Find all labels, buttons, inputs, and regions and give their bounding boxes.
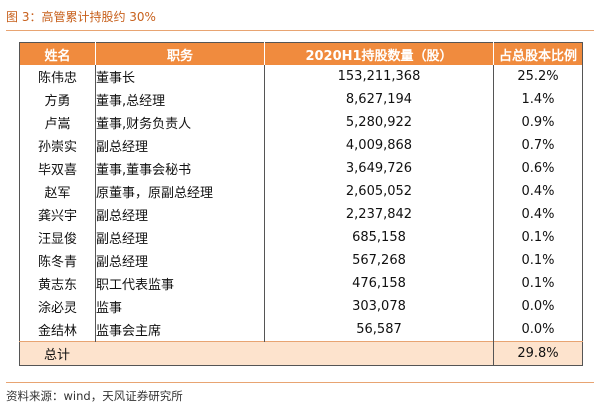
cell-shares: 303,078 [264,295,494,318]
cell-pct: 0.9% [493,111,583,134]
cell-shares: 56,587 [264,318,494,342]
table-row: 涂必灵 监事 303,078 0.0% [20,295,583,318]
cell-name: 黄志东 [37,278,77,293]
caption-divider [6,30,594,31]
cell-shares: 2,605,052 [264,180,494,203]
cell-title: 董事,董事会秘书 [95,157,265,180]
table-total-row: 总计 29.8% [19,341,583,366]
cell-pct: 0.6% [493,157,583,180]
figure-caption: 图 3：高管累计持股约 30% [6,10,156,24]
cell-title: 原董事，原副总经理 [95,180,265,203]
cell-shares: 153,211,368 [264,65,494,88]
cell-name: 汪显俊 [37,232,77,247]
cell-title: 副总经理 [95,249,265,272]
cell-name: 龚兴宇 [37,209,77,224]
cell-title: 监事会主席 [95,318,265,342]
cell-title: 职工代表监事 [95,272,265,295]
cell-shares: 4,009,868 [264,134,494,157]
cell-shares: 2,237,842 [264,203,494,226]
header-title: 职务 [95,42,265,65]
cell-name: 金结林 [37,324,77,339]
cell-name: 陈冬青 [37,255,77,270]
table-row: 黄志东 职工代表监事 476,158 0.1% [20,272,583,295]
table-row: 方勇 董事,总经理 8,627,194 1.4% [20,88,583,111]
cell-name: 陈伟忠 [37,71,77,86]
cell-pct: 0.1% [493,249,583,272]
cell-title: 副总经理 [95,203,265,226]
cell-pct: 0.4% [493,203,583,226]
shareholding-table: 姓名 职务 2020H1持股数量（股） 占总股本比例 陈伟忠 董事长 153,2… [19,42,583,366]
table-row: 陈冬青 副总经理 567,268 0.1% [20,249,583,272]
total-label: 总计 [19,341,494,366]
cell-shares: 8,627,194 [264,88,494,111]
cell-pct: 0.7% [493,134,583,157]
cell-name: 涂必灵 [37,301,77,316]
cell-title: 董事长 [95,65,265,88]
cell-shares: 685,158 [264,226,494,249]
cell-title: 董事,总经理 [95,88,265,111]
cell-pct: 0.0% [493,318,583,342]
total-pct: 29.8% [493,341,583,366]
cell-name: 毕双喜 [37,163,77,178]
table-row: 汪显俊 副总经理 685,158 0.1% [20,226,583,249]
header-shares: 2020H1持股数量（股） [264,42,494,65]
cell-pct: 0.0% [493,295,583,318]
table-row: 金结林 监事会主席 56,587 0.0% [20,318,583,342]
cell-title: 董事,财务负责人 [95,111,265,134]
cell-shares: 567,268 [264,249,494,272]
table-row: 毕双喜 董事,董事会秘书 3,649,726 0.6% [20,157,583,180]
cell-name: 孙崇实 [37,140,77,155]
cell-pct: 0.4% [493,180,583,203]
cell-pct: 0.1% [493,226,583,249]
cell-pct: 25.2% [493,65,583,88]
cell-name: 赵军 [44,186,71,201]
header-name: 姓名 [19,42,96,65]
table-header-row: 姓名 职务 2020H1持股数量（股） 占总股本比例 [19,42,583,65]
cell-pct: 0.1% [493,272,583,295]
table-row: 龚兴宇 副总经理 2,237,842 0.4% [20,203,583,226]
cell-title: 监事 [95,295,265,318]
cell-shares: 5,280,922 [264,111,494,134]
table-row: 赵军 原董事，原副总经理 2,605,052 0.4% [20,180,583,203]
table-row: 孙崇实 副总经理 4,009,868 0.7% [20,134,583,157]
header-pct: 占总股本比例 [493,42,583,65]
cell-shares: 476,158 [264,272,494,295]
cell-name: 卢嵩 [44,117,71,132]
cell-title: 副总经理 [95,226,265,249]
cell-name: 方勇 [44,94,71,109]
cell-pct: 1.4% [493,88,583,111]
table-row: 陈伟忠 董事长 153,211,368 25.2% [20,65,583,88]
source-divider [6,382,594,383]
cell-shares: 3,649,726 [264,157,494,180]
cell-title: 副总经理 [95,134,265,157]
source-note: 资料来源：wind，天风证券研究所 [6,389,183,403]
table-row: 卢嵩 董事,财务负责人 5,280,922 0.9% [20,111,583,134]
